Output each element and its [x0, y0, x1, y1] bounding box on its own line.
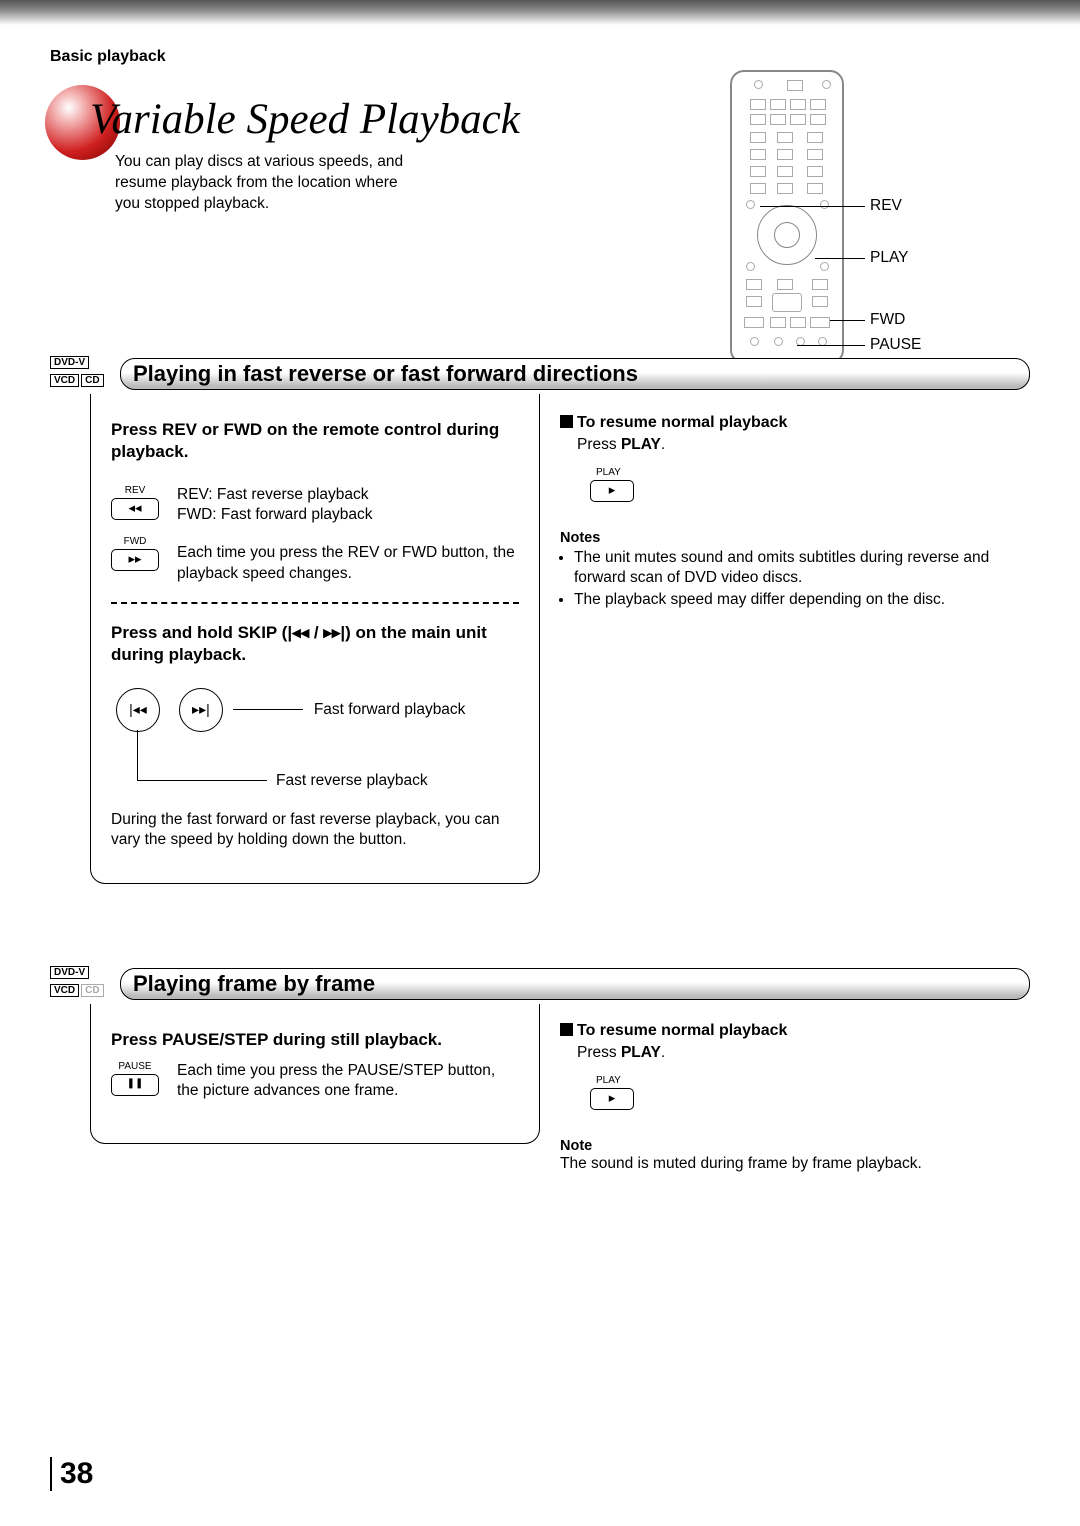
notes-heading: Notes	[560, 530, 1020, 546]
desc-fwd: FWD: Fast forward playback	[177, 505, 519, 525]
rev-label: REV	[111, 485, 159, 496]
resume-body: Press PLAY.	[577, 435, 1020, 455]
remote-label-play: PLAY	[870, 249, 909, 267]
resume-body: Press PLAY.	[577, 1043, 1020, 1063]
section1-right: To resume normal playback Press PLAY. PL…	[560, 414, 1020, 613]
play-button-icon: ▸	[590, 480, 634, 502]
badge-dvdv: DVD-V	[50, 966, 89, 979]
remote-diagram	[730, 70, 844, 364]
notes-list: The unit mutes sound and omits subtitles…	[560, 548, 1020, 610]
ff-label: Fast forward playback	[314, 701, 466, 718]
rev-button-icon: ◂◂	[111, 498, 159, 520]
desc-rev: REV: Fast reverse playback	[177, 485, 519, 505]
section1-left-box: Press REV or FWD on the remote control d…	[90, 394, 540, 884]
square-bullet-icon	[560, 1023, 573, 1036]
remote-label-fwd: FWD	[870, 311, 905, 329]
instruction-heading: Press REV or FWD on the remote control d…	[111, 419, 519, 463]
intro-text: You can play discs at various speeds, an…	[115, 152, 403, 215]
fwd-button-icon: ▸▸	[111, 549, 159, 571]
section-heading-2: Playing frame by frame	[120, 968, 1030, 1000]
instruction-heading: Press PAUSE/STEP during still playback.	[111, 1029, 519, 1051]
section-label: Basic playback	[50, 48, 166, 66]
square-bullet-icon	[560, 415, 573, 428]
section2-right: To resume normal playback Press PLAY. PL…	[560, 1022, 1020, 1174]
note-item: The unit mutes sound and omits subtitles…	[574, 548, 1020, 588]
badge-vcd: VCD	[50, 374, 79, 387]
remote-label-rev: REV	[870, 197, 902, 215]
format-badges: DVD-V VCDCD	[50, 352, 106, 388]
note-item: The playback speed may differ depending …	[574, 590, 1020, 610]
play-label: PLAY	[596, 467, 1020, 478]
vary-speed-note: During the fast forward or fast reverse …	[111, 810, 519, 850]
instruction-heading-2: Press and hold SKIP (|◂◂ / ▸▸|) on the m…	[111, 622, 519, 666]
callout-line	[830, 320, 865, 321]
divider	[111, 602, 519, 604]
frame-advance-desc: Each time you press the PAUSE/STEP butto…	[177, 1061, 519, 1101]
badge-vcd: VCD	[50, 984, 79, 997]
skip-prev-button-icon: |◂◂	[116, 688, 160, 732]
resume-heading: To resume normal playback	[560, 414, 1020, 432]
note-heading: Note	[560, 1138, 1020, 1154]
section2-left-box: Press PAUSE/STEP during still playback. …	[90, 1004, 540, 1144]
pause-label: PAUSE	[111, 1061, 159, 1072]
desc-speed-change: Each time you press the REV or FWD butto…	[177, 543, 519, 583]
callout-line	[815, 258, 865, 259]
callout-line	[797, 345, 865, 346]
skip-next-button-icon: ▸▸|	[179, 688, 223, 732]
remote-label-pause: PAUSE	[870, 336, 921, 354]
top-gradient	[0, 0, 1080, 25]
badge-cd-disabled: CD	[81, 984, 103, 997]
note-text: The sound is muted during frame by frame…	[560, 1154, 1020, 1174]
page-title: Variable Speed Playback	[90, 95, 520, 144]
play-label: PLAY	[596, 1075, 1020, 1086]
play-button-icon: ▸	[590, 1088, 634, 1110]
resume-heading: To resume normal playback	[560, 1022, 1020, 1040]
page-number: 38	[50, 1457, 93, 1491]
section-heading-1: Playing in fast reverse or fast forward …	[120, 358, 1030, 390]
fwd-label: FWD	[111, 536, 159, 547]
fr-label: Fast reverse playback	[276, 771, 428, 791]
pause-button-icon: ❚❚	[111, 1074, 159, 1096]
badge-dvdv: DVD-V	[50, 356, 89, 369]
badge-cd: CD	[81, 374, 103, 387]
format-badges: DVD-V VCDCD	[50, 962, 106, 998]
callout-line	[760, 206, 865, 207]
